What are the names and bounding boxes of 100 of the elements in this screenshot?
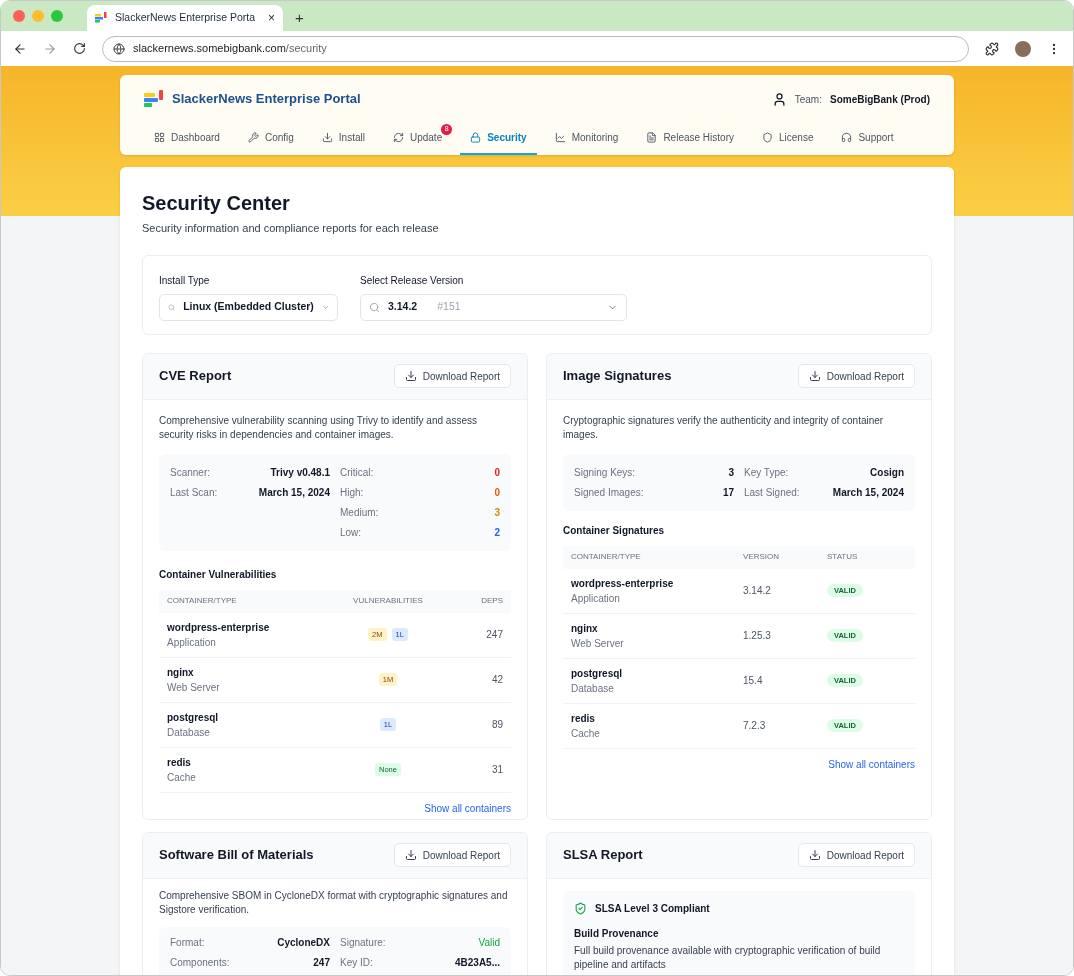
document-icon — [646, 131, 658, 143]
stat-label: Scanner: — [170, 465, 211, 480]
team-name: SomeBigBank (Prod) — [830, 92, 930, 107]
nav-tab[interactable]: Dashboard — [144, 121, 230, 155]
container-type: Application — [571, 591, 621, 606]
download-report-button[interactable]: Download Report — [393, 843, 511, 867]
container-name: nginx — [167, 665, 195, 680]
column-header: CONTAINER/TYPE — [571, 551, 642, 563]
stat-value: 4B23A5... — [454, 955, 500, 970]
filter-label: Select Release Version — [360, 273, 465, 288]
container-type: Database — [167, 725, 211, 740]
card-title: Software Bill of Materials — [159, 846, 314, 865]
container-type: Cache — [571, 726, 601, 741]
url-text: slackernews.somebigbank.com/security — [133, 41, 327, 57]
page-subtitle: Security information and compliance reports for each release — [142, 221, 440, 236]
select-field[interactable]: Linux (Embedded Cluster) — [159, 293, 338, 321]
stat-label: Low: — [340, 525, 362, 540]
refresh-icon — [392, 131, 404, 143]
container-name: redis — [167, 755, 192, 770]
download-report-button[interactable]: Download Report — [393, 364, 511, 388]
version-text: 15.4 — [743, 674, 764, 688]
deps-count: 42 — [490, 673, 503, 687]
section-title: Container Signatures — [563, 523, 666, 538]
card-title: SLSA Report — [563, 846, 643, 865]
stat-value: 0 — [494, 465, 500, 480]
column-header: VULNERABILITIES — [352, 595, 424, 607]
wrench-icon — [247, 131, 259, 143]
site-info-icon — [113, 42, 125, 55]
back-icon[interactable] — [13, 41, 27, 56]
stat-value: CycloneDX — [277, 935, 330, 950]
stat-value: Cosign — [870, 465, 904, 480]
stat-value: March 15, 2024 — [832, 485, 904, 500]
stat-label: Format: — [170, 935, 205, 950]
card-description: Comprehensive vulnerability scanning using Trivy to identify and assess security risks in dependencies and container images. — [159, 413, 478, 442]
browser-tab[interactable]: SlackerNews Enterprise Porta × — [87, 5, 283, 31]
extensions-icon[interactable] — [985, 41, 999, 56]
card-description: Cryptographic signatures verify the authenticity and integrity of container images. — [563, 413, 885, 442]
container-type: Web Server — [571, 636, 625, 651]
nav-tab[interactable]: Monitoring — [544, 121, 629, 155]
select-value: 3.14.2 — [388, 299, 418, 315]
lock-icon — [470, 131, 482, 143]
version-text: 3.14.2 — [743, 584, 772, 598]
container-type: Application — [167, 635, 217, 650]
search-icon — [369, 301, 380, 313]
container-name: wordpress-enterprise — [571, 576, 675, 591]
stat-label: Critical: — [340, 465, 374, 480]
tab-title: SlackerNews Enterprise Porta — [115, 10, 257, 26]
section-text: Full build provenance available with cryptographic verification of build pipeline and artifacts — [574, 943, 882, 972]
nav-tab[interactable]: License — [751, 121, 824, 155]
search-icon — [168, 301, 176, 313]
container-name: redis — [571, 711, 596, 726]
column-header: CONTAINER/TYPE — [167, 595, 238, 607]
stat-value: 247 — [313, 955, 330, 970]
stat-value: 3 — [728, 465, 734, 480]
deps-count: 247 — [485, 628, 503, 642]
portal-title: SlackerNews Enterprise Portal — [172, 90, 361, 109]
nav-tab[interactable]: Support — [831, 121, 904, 155]
shield-icon — [761, 131, 773, 143]
column-header: STATUS — [827, 551, 859, 563]
nav-tab[interactable]: Security — [460, 121, 537, 155]
select-field[interactable]: 3.14.2 #151 — [360, 293, 627, 321]
reload-icon[interactable] — [73, 42, 86, 55]
stat-label: Last Signed: — [744, 485, 800, 500]
stat-label: Components: — [170, 955, 230, 970]
show-all-link[interactable]: Show all containers — [424, 800, 511, 816]
container-name: postgresql — [571, 666, 624, 681]
forward-icon[interactable] — [43, 41, 57, 56]
stat-value: 3 — [494, 505, 500, 520]
section-title: Container Vulnerabilities — [159, 567, 278, 582]
download-icon — [321, 131, 333, 143]
stat-label: Key ID: — [340, 955, 373, 970]
deps-count: 89 — [490, 718, 503, 732]
stat-value: 17 — [722, 485, 734, 500]
deps-count: 31 — [490, 763, 503, 777]
build-number: #151 — [437, 299, 461, 315]
user-icon — [771, 91, 787, 107]
stat-label: Signed Images: — [574, 485, 644, 500]
stat-label: Signing Keys: — [574, 465, 636, 480]
chart-icon — [554, 131, 566, 143]
download-report-button[interactable]: Download Report — [797, 364, 915, 388]
page-title: Security Center — [142, 191, 291, 215]
profile-avatar[interactable] — [1015, 40, 1031, 57]
download-icon — [404, 849, 417, 861]
team-label: Team: — [794, 92, 822, 107]
nav-tab[interactable]: Config — [237, 121, 304, 155]
version-text: 1.25.3 — [743, 629, 772, 643]
show-all-link[interactable]: Show all containers — [828, 756, 915, 772]
column-header: DEPS — [480, 595, 503, 607]
download-report-button[interactable]: Download Report — [797, 843, 915, 867]
stat-value: Valid — [478, 935, 500, 950]
nav-tab[interactable]: Release History — [636, 121, 744, 155]
compliance-title: SLSA Level 3 Compliant — [595, 901, 710, 916]
new-tab-button[interactable]: + — [295, 5, 304, 31]
tab-close-button[interactable]: × — [268, 9, 275, 27]
container-name: nginx — [571, 621, 599, 636]
stat-value: 0 — [494, 485, 500, 500]
container-name: wordpress-enterprise — [167, 620, 271, 635]
nav-tab[interactable]: Install — [311, 121, 375, 155]
stat-label: Medium: — [340, 505, 379, 520]
container-type: Cache — [167, 770, 197, 785]
